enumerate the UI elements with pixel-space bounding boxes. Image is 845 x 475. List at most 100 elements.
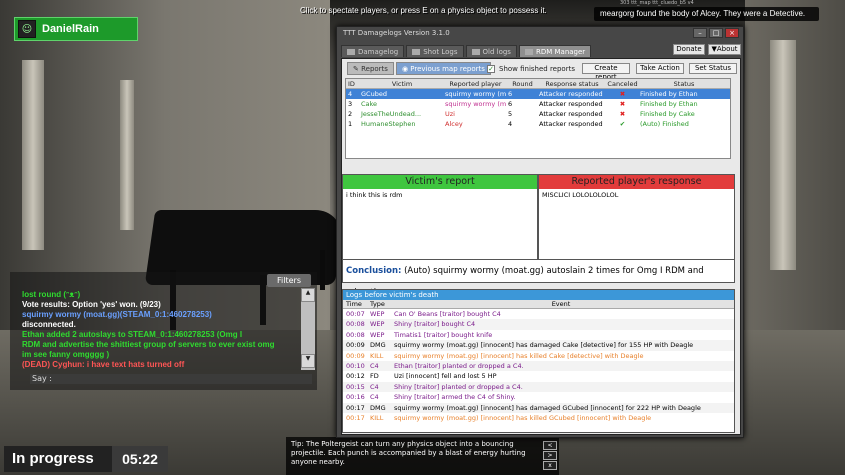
subtab-label: Reports	[361, 65, 388, 73]
chat-line: (DEAD) Cyghun: i have text hats turned o…	[22, 360, 185, 369]
window-titlebar[interactable]: TTT Damagelogs Version 3.1.0 – □ ×	[337, 27, 743, 40]
scroll-down-icon[interactable]: ▼	[301, 354, 315, 368]
column-header[interactable]: Victim	[359, 79, 443, 88]
set-status-button[interactable]: Set Status	[689, 63, 737, 74]
log-row[interactable]: 00:09 KILL squirmy wormy (moat.gg) [innoce…	[343, 351, 734, 361]
log-time: 00:08	[346, 320, 365, 329]
cross-icon: ✖	[619, 90, 626, 98]
tab-old-logs[interactable]: Old logs	[465, 45, 517, 57]
tab-shot-logs[interactable]: Shot Logs	[406, 45, 464, 57]
tab-rdm-manager[interactable]: RDM Manager	[518, 45, 592, 57]
log-event: Timatis1 [traitor] bought knife	[394, 330, 493, 339]
log-time: 00:08	[346, 330, 365, 339]
reported-response-panel: Reported player's response MISCLICI LOLO…	[538, 174, 735, 260]
column-header[interactable]: Canceled	[605, 79, 638, 88]
tip-next-icon[interactable]: >	[543, 451, 557, 460]
report-response-status: Attacker responded	[539, 120, 603, 128]
log-type: WEP	[370, 330, 385, 339]
chat-lines: lost round (ᵔᴥᵔ) Vote results: Option 'ye…	[22, 290, 302, 370]
scroll-track[interactable]	[301, 302, 315, 354]
about-button[interactable]: ▼About	[708, 44, 741, 55]
logs-title: Logs before victim's death	[343, 290, 734, 300]
donate-button[interactable]: Donate	[673, 44, 705, 55]
log-event: Shiny [traitor] bought C4	[394, 320, 476, 329]
tab-reports[interactable]: ✎ Reports	[347, 62, 394, 75]
show-finished-checkbox[interactable]: ✓	[487, 65, 495, 73]
close-icon[interactable]: ×	[725, 28, 739, 38]
log-row[interactable]: 00:09 DMG squirmy wormy (moat.gg) [innocen…	[343, 340, 734, 351]
report-response-status: Attacker responded	[539, 100, 603, 108]
log-row[interactable]: 00:12 FD Uzi [innocent] fell and lost 5 HP	[343, 371, 734, 381]
log-row[interactable]: 00:15 C4 Shiny [traitor] planted or droppe…	[343, 381, 734, 393]
damagelog-icon	[347, 49, 355, 55]
report-round: 5	[508, 110, 513, 118]
pillar	[770, 40, 796, 270]
log-time: 00:09	[346, 341, 365, 350]
log-row[interactable]: 00:16 C4 Shiny [traitor] armed the C4 of S…	[343, 392, 734, 402]
chat-input[interactable]: Say :	[30, 374, 312, 384]
table-row[interactable]: 4 GCubed squirmy wormy (mo...6 Attacker res…	[346, 89, 730, 99]
log-type: WEP	[370, 320, 385, 329]
log-event: Uzi [innocent] fell and lost 5 HP	[394, 372, 497, 381]
take-action-button[interactable]: Take Action	[636, 63, 684, 74]
column-header[interactable]: Round	[506, 79, 537, 88]
log-time: 00:09	[346, 351, 365, 360]
pillar	[120, 80, 134, 230]
old-logs-icon	[471, 49, 480, 55]
log-type: KILL	[370, 351, 384, 360]
log-row[interactable]: 00:08 WEP Timatis1 [traitor] bought knife	[343, 330, 734, 340]
table-row[interactable]: 1 HumaneStephen Alcey 4 Attacker responded ✔ (…	[346, 119, 730, 129]
report-status: (Auto) Finished	[640, 120, 689, 128]
report-victim: JesseTheUndead...	[361, 110, 422, 118]
log-row[interactable]: 00:07 WEP Can O' Beans [traitor] bought C4	[343, 309, 734, 319]
log-type: DMG	[370, 341, 386, 350]
column-header[interactable]: Event	[391, 300, 731, 308]
column-header[interactable]: Reported player	[443, 79, 506, 88]
log-row[interactable]: 00:17 KILL squirmy wormy (moat.gg) [innoce…	[343, 413, 734, 423]
report-reported-player: Alcey	[445, 120, 463, 128]
round-timer: 05:22	[112, 446, 168, 472]
column-header[interactable]: Response status	[537, 79, 605, 88]
cross-icon: ✖	[619, 100, 626, 108]
log-row[interactable]: 00:08 WEP Shiny [traitor] bought C4	[343, 319, 734, 330]
log-time: 00:07	[346, 310, 365, 318]
column-header[interactable]: Type	[367, 300, 391, 308]
log-event: squirmy wormy (moat.gg) [innocent] has k…	[394, 413, 652, 422]
shot-logs-icon	[412, 49, 421, 55]
report-id: 2	[348, 110, 353, 118]
tab-damagelog[interactable]: Damagelog	[341, 45, 405, 57]
log-row[interactable]: 00:17 DMG squirmy wormy (moat.gg) [innocen…	[343, 402, 734, 413]
column-header[interactable]: ID	[346, 79, 359, 88]
log-row[interactable]: 00:10 C4 Ethan [traitor] planted or droppe…	[343, 360, 734, 372]
log-event: Ethan [traitor] planted or dropped a C4.	[394, 361, 524, 370]
report-id: 1	[348, 120, 353, 128]
tab-label: Old logs	[482, 48, 511, 56]
subtab-label: Previous map reports	[410, 65, 485, 73]
tab-previous-map-reports[interactable]: ◉ Previous map reports	[395, 62, 491, 75]
log-type: FD	[370, 372, 379, 381]
victim-report-title: Victim's report	[343, 175, 537, 189]
player-badge: ☺ DanielRain	[14, 17, 138, 41]
tip-close-icon[interactable]: x	[543, 461, 557, 470]
chat-filters-button[interactable]: Filters	[267, 274, 311, 287]
chat-line: RDM and advertise the shittiest group of…	[22, 340, 275, 349]
minimize-icon[interactable]: –	[693, 28, 707, 38]
create-report-button[interactable]: Create report	[582, 63, 630, 81]
scroll-up-icon[interactable]: ▲	[301, 288, 315, 302]
report-subtabs: ✎ Reports ◉ Previous map reports	[341, 62, 491, 75]
column-header[interactable]: Time	[343, 300, 367, 308]
tip-prev-icon[interactable]: <	[543, 441, 557, 450]
column-header[interactable]: Status	[638, 79, 728, 88]
log-rows: 00:07 WEP Can O' Beans [traitor] bought C4…	[343, 309, 734, 423]
report-response-status: Attacker responded	[539, 90, 603, 98]
maximize-icon[interactable]: □	[709, 28, 723, 38]
log-time: 00:10	[346, 361, 365, 370]
avatar: ☺	[18, 20, 36, 38]
logs-panel: Logs before victim's death Time Type Eve…	[342, 289, 735, 433]
log-event: squirmy wormy (moat.gg) [innocent] has d…	[394, 403, 701, 412]
reports-icon: ✎	[353, 65, 362, 73]
table-row[interactable]: 2 JesseTheUndead... Uzi 5 Attacker responded…	[346, 109, 730, 119]
table-row[interactable]: 3 Cake squirmy wormy (mo...6 Attacker respo…	[346, 99, 730, 109]
chat-scrollbar[interactable]: ▲ ▼	[301, 288, 315, 370]
reports-table: ID Victim Reported player Round Response…	[345, 78, 731, 159]
